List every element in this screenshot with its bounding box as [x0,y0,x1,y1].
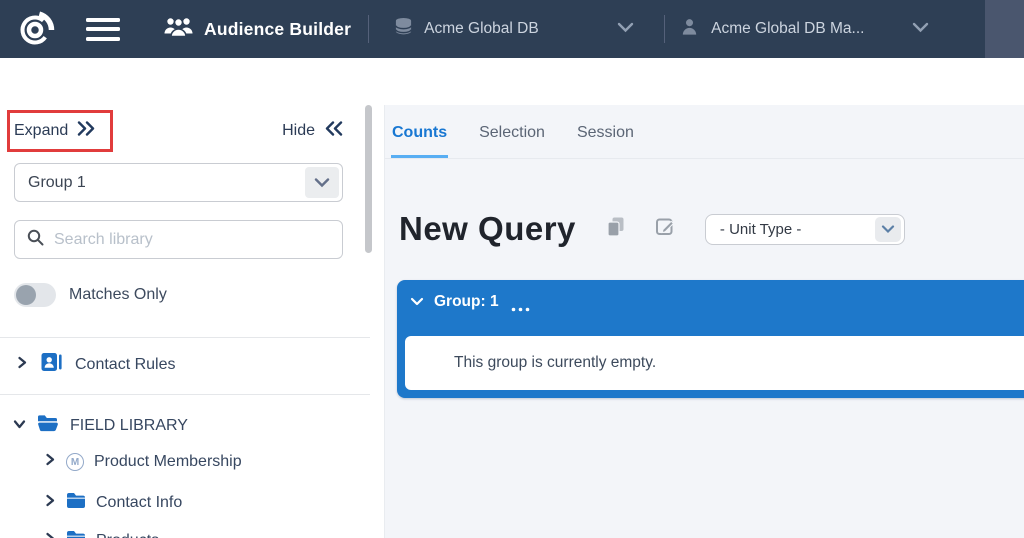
database-icon [394,16,413,43]
matches-only-row: Matches Only [14,283,167,307]
tree-item-label: Product Membership [94,453,242,471]
matches-only-toggle[interactable] [14,283,56,307]
menu-hamburger-icon[interactable] [86,18,120,41]
search-box [14,220,343,259]
folder-icon [66,530,86,538]
navbar-divider [664,15,665,43]
sidebar-panel-controls: Expand Hide [0,120,364,142]
main-area: Counts Selection Session New Query [384,58,1024,538]
app-logo-icon[interactable] [15,9,55,49]
tree-item-label: Contact Info [96,494,182,512]
search-input[interactable] [54,231,342,249]
copy-query-button[interactable] [605,216,626,243]
folder-open-icon [37,414,59,437]
group-select[interactable]: Group 1 [14,163,343,202]
query-title: New Query [399,210,576,248]
sidebar-divider [0,337,370,338]
toggle-knob [16,285,36,305]
select-chevron-button[interactable] [875,217,901,242]
audience-people-icon [164,16,193,42]
edit-query-button[interactable] [655,216,676,242]
chevron-right-icon [44,494,56,512]
group-empty-message: This group is currently empty. [454,354,656,372]
navbar-right-section [985,0,1024,58]
sidebar-divider [0,394,370,395]
query-heading-row: New Query - Unit Type - [399,210,905,248]
chevron-right-icon [44,532,56,538]
tree-item-label: Products [96,532,159,538]
group-select-value: Group 1 [28,174,305,192]
group-menu-icon[interactable] [511,299,530,317]
group-panel-header[interactable]: Group: 1 [397,280,1024,336]
main-tabbar: Counts Selection Session [385,105,1024,159]
double-chevron-right-icon [76,120,97,142]
sidebar-item-contact-info[interactable]: Contact Info [44,492,182,514]
tab-counts[interactable]: Counts [391,124,448,158]
chevron-right-icon [44,453,56,471]
group-label: Group: 1 [434,294,499,310]
unit-type-value: - Unit Type - [720,221,875,238]
contact-rules-label: Contact Rules [75,356,176,374]
sidebar-item-field-library[interactable]: FIELD LIBRARY [13,414,188,437]
matches-only-label: Matches Only [69,286,167,304]
library-sidebar: Expand Hide Group 1 Matches Only [0,58,384,538]
database-selector[interactable]: Acme Global DB [394,16,642,43]
expand-label: Expand [14,122,68,140]
copy-icon [605,216,626,243]
top-navbar: Audience Builder Acme Global DB Acme Glo… [0,0,1024,58]
chevron-down-icon [617,20,634,38]
user-icon [680,17,699,41]
sidebar-item-product-membership[interactable]: Product Membership [44,453,242,471]
group-empty-card: This group is currently empty. [405,336,1024,390]
search-icon [27,229,44,251]
query-surface: Counts Selection Session New Query [384,105,1024,538]
sidebar-scrollbar[interactable] [365,105,372,253]
chevron-right-icon [16,356,28,374]
unit-type-select[interactable]: - Unit Type - [705,214,905,245]
sidebar-item-contact-rules[interactable]: Contact Rules [16,352,176,377]
group-panel: Group: 1 This group is currently empty. [397,280,1024,398]
hide-button[interactable]: Hide [282,120,344,142]
parent-segment-selector-value: Acme Global DB Ma... [711,20,864,38]
contact-card-icon [41,352,62,377]
chevron-down-icon [912,20,929,38]
m-circle-icon [66,453,84,471]
hide-label: Hide [282,122,315,140]
double-chevron-left-icon [323,120,344,142]
parent-segment-selector[interactable]: Acme Global DB Ma... [680,17,935,41]
sidebar-item-products[interactable]: Products [44,530,159,538]
app-title: Audience Builder [204,19,351,40]
field-library-label: FIELD LIBRARY [70,417,188,435]
database-selector-value: Acme Global DB [424,20,539,38]
navbar-divider [368,15,369,43]
tab-session[interactable]: Session [576,124,635,158]
app-section: Audience Builder [164,16,351,42]
select-chevron-button[interactable] [305,167,339,198]
chevron-down-icon [410,294,424,312]
tab-selection[interactable]: Selection [478,124,546,158]
chevron-down-icon [13,417,26,435]
edit-icon [655,216,676,242]
folder-icon [66,492,86,514]
expand-button[interactable]: Expand [14,120,97,142]
